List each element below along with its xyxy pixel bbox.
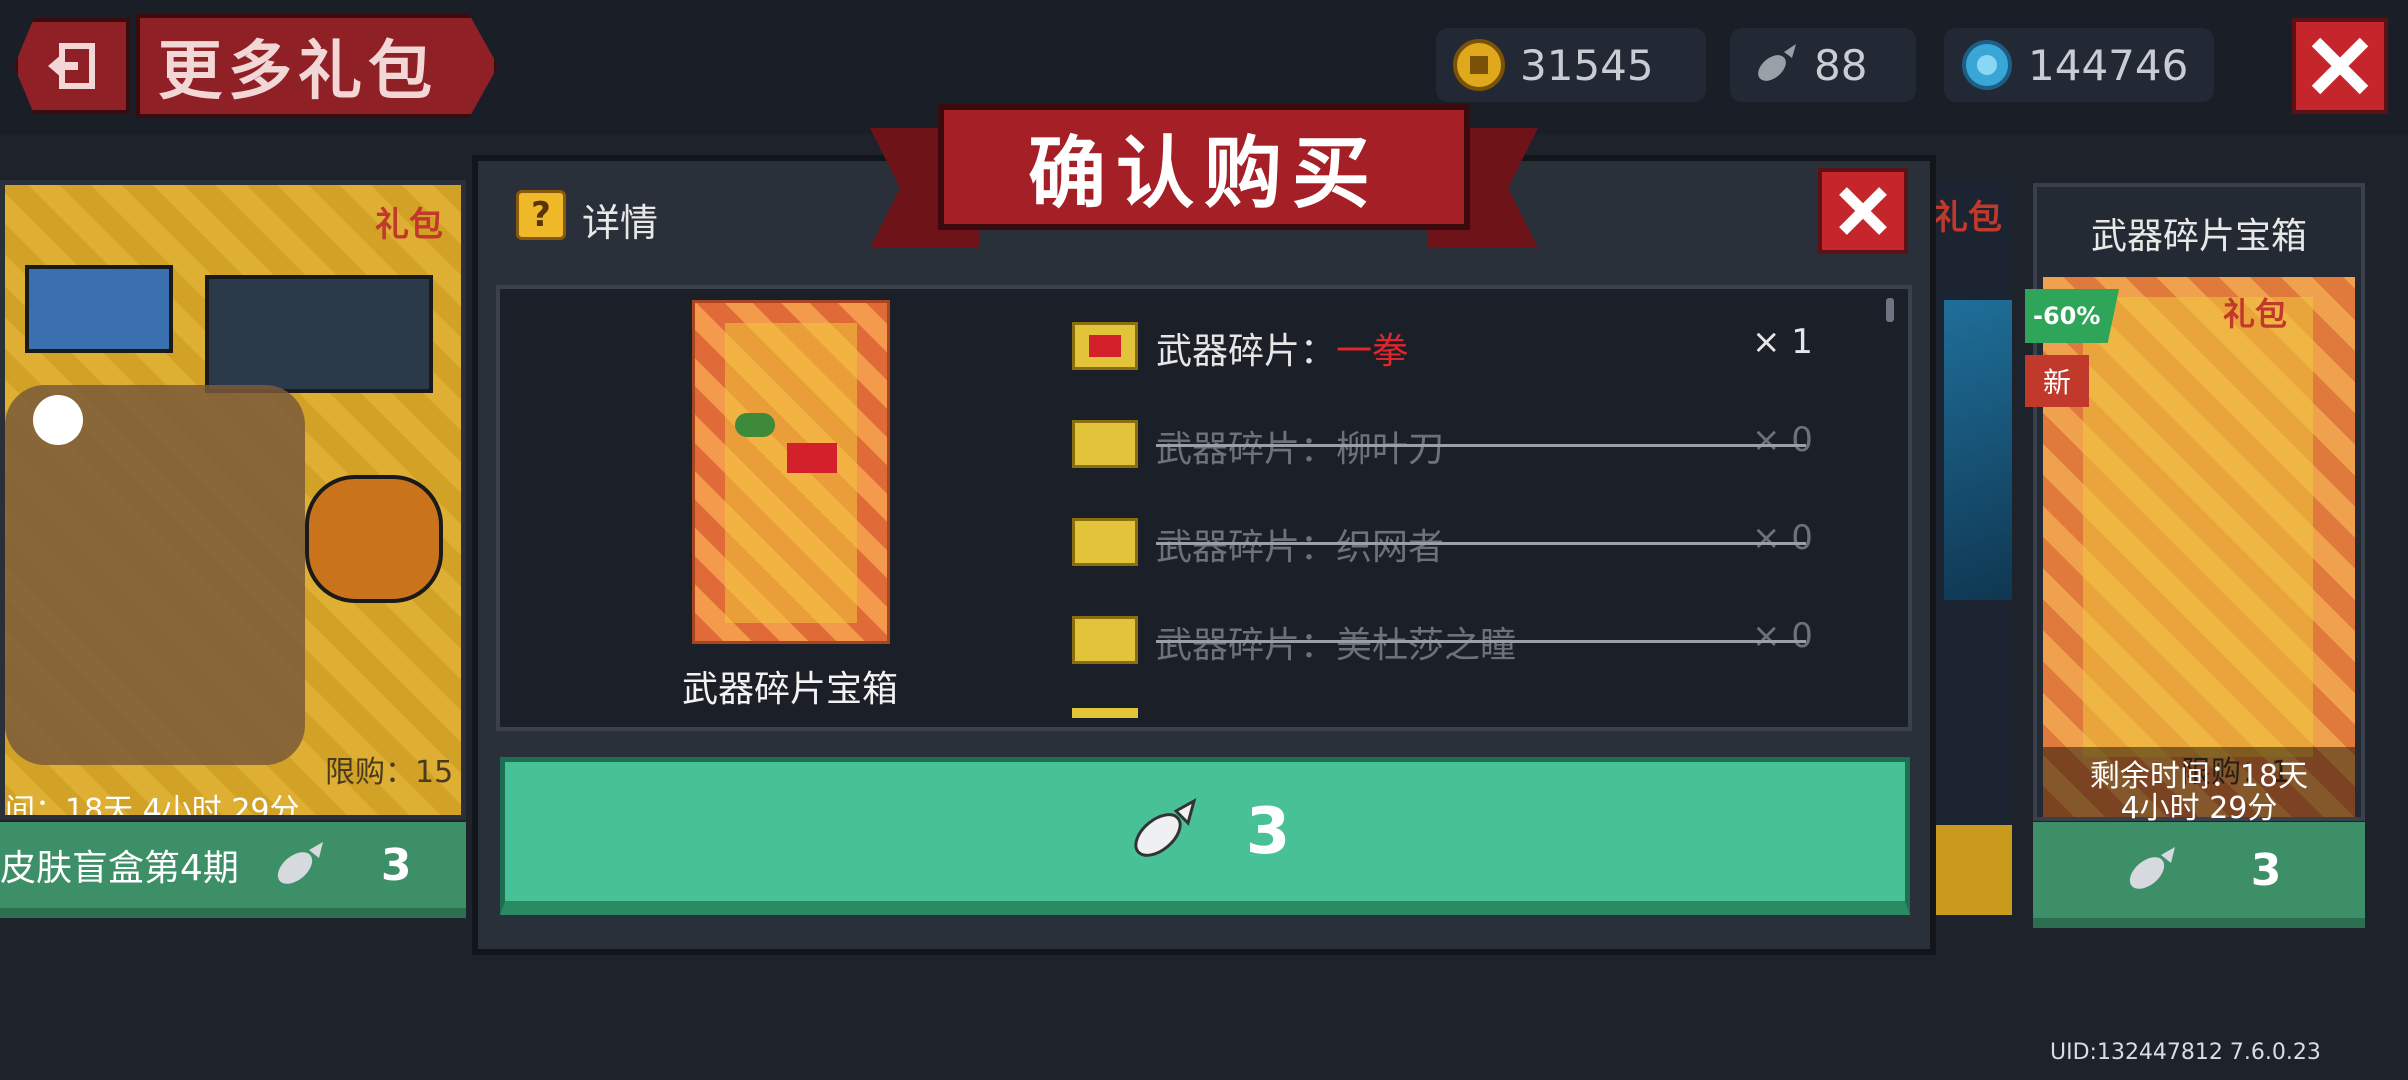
- timer-text: 间：18天 4小时 29分: [5, 793, 300, 820]
- weapon-shard-icon: [1072, 518, 1138, 566]
- buy-price: 3: [1245, 794, 1291, 869]
- dialog-title: 确认购买: [1027, 129, 1380, 219]
- buy-button[interactable]: 3: [500, 757, 1910, 915]
- fist-icon: [787, 443, 837, 473]
- close-dialog-button[interactable]: [1818, 168, 1908, 254]
- limit-text: 限购：15: [325, 755, 454, 790]
- timer-line-2: 4小时 29分: [2120, 791, 2278, 826]
- reward-qty: × 1: [1752, 322, 1813, 362]
- weapon-art-icon: [25, 265, 173, 353]
- reward-prefix: 武器碎片：: [1156, 527, 1337, 568]
- reward-prefix: 武器碎片：: [1156, 625, 1337, 666]
- close-icon: [2311, 37, 2369, 95]
- coin-counter: 31545: [1436, 28, 1706, 102]
- close-icon: [1839, 187, 1887, 235]
- gift-card-middle[interactable]: 礼包: [1934, 180, 2012, 920]
- page-title: 更多礼包: [158, 35, 438, 109]
- dialog-title-ribbon: 确认购买: [870, 104, 1538, 256]
- ribbon-body: 确认购买: [938, 104, 1470, 230]
- reward-row: 武器碎片：柳叶刀 × 0: [1072, 414, 1832, 474]
- weapon-chest-image: [692, 300, 890, 644]
- reward-qty: × 0: [1752, 518, 1813, 558]
- weapon-shard-icon: [1072, 420, 1138, 468]
- reward-prefix: 武器碎片：: [1156, 429, 1337, 470]
- new-badge-text: 新: [2042, 366, 2071, 399]
- chest-weapon-grid: [725, 323, 857, 623]
- reward-prefix: 武器碎片：: [1156, 331, 1337, 372]
- reward-weapon: 一拳: [1336, 331, 1409, 372]
- card-tag: 礼包: [2223, 295, 2288, 333]
- weapon-shard-icon: [1072, 322, 1138, 370]
- weapon-grid-art: [2083, 297, 2313, 757]
- card-price: 3: [380, 839, 412, 891]
- exit-icon: [48, 43, 95, 89]
- fish-counter: 88: [1730, 28, 1916, 102]
- fish-icon: [277, 842, 323, 884]
- helmet-icon: [735, 413, 775, 437]
- card-tag: 礼包: [1934, 198, 2002, 238]
- discount-text: -60%: [2033, 302, 2101, 330]
- discount-badge: -60%: [2025, 289, 2119, 343]
- reward-row: 武器碎片：美杜莎之瞳 × 0: [1072, 610, 1832, 670]
- gift-card-right-footer[interactable]: 3: [2033, 822, 2365, 928]
- reward-row: 武器碎片：织网者 × 0: [1072, 512, 1832, 572]
- uid-version: UID:132447812 7.6.0.23: [2050, 1040, 2321, 1065]
- weapon-shard-icon: [1072, 616, 1138, 664]
- detail-label: 详情: [582, 201, 659, 245]
- reward-qty: × 0: [1752, 616, 1813, 656]
- burger-icon: [305, 475, 443, 603]
- reward-weapon: 柳叶刀: [1336, 429, 1445, 470]
- fish-count: 88: [1814, 40, 1868, 90]
- card-price: 3: [2250, 844, 2282, 896]
- card-name: 皮肤盲盒第4期: [0, 848, 239, 889]
- back-button[interactable]: [14, 18, 130, 114]
- card-footer: [1934, 825, 2012, 915]
- reward-weapon: 美杜莎之瞳: [1336, 625, 1517, 666]
- gift-card-left[interactable]: 礼包 限购：15 间：18天 4小时 29分: [0, 180, 466, 820]
- scrollbar[interactable]: [1886, 298, 1894, 322]
- card-title: 武器碎片宝箱: [2090, 216, 2307, 257]
- question-icon[interactable]: ?: [516, 190, 566, 240]
- chest-name: 武器碎片宝箱: [681, 669, 898, 710]
- strike-line: [1156, 640, 1806, 643]
- card-art: 礼包 限购：1 剩余时间：18天 4小时 29分: [2043, 277, 2355, 826]
- reward-label: 武器碎片：一拳: [1156, 322, 1408, 374]
- new-badge: 新: [2025, 355, 2089, 407]
- weapon-shard-icon: [1072, 708, 1138, 718]
- gift-card-left-footer[interactable]: 皮肤盲盒第4期 3: [0, 822, 466, 918]
- close-page-button[interactable]: [2292, 18, 2388, 114]
- strike-line: [1156, 542, 1806, 545]
- strike-line: [1156, 444, 1806, 447]
- fish-icon: [1134, 797, 1197, 857]
- card-tag: 礼包: [375, 205, 443, 245]
- gun-art-icon: [205, 275, 433, 393]
- reward-qty: × 0: [1752, 420, 1813, 460]
- reward-weapon: 织网者: [1336, 527, 1445, 568]
- gem-counter: 144746: [1944, 28, 2214, 102]
- fish-icon: [1758, 44, 1796, 81]
- gem-count: 144746: [2028, 40, 2189, 90]
- fish-icon: [2129, 847, 2175, 889]
- gem-icon: [1962, 40, 2012, 90]
- touch-indicator: [33, 395, 83, 445]
- page-title-banner: 更多礼包: [136, 14, 498, 118]
- reward-row: 武器碎片：一拳 × 1: [1072, 316, 1832, 376]
- coin-count: 31545: [1520, 40, 1654, 90]
- coin-icon: [1453, 39, 1505, 91]
- card-art: [1944, 300, 2012, 600]
